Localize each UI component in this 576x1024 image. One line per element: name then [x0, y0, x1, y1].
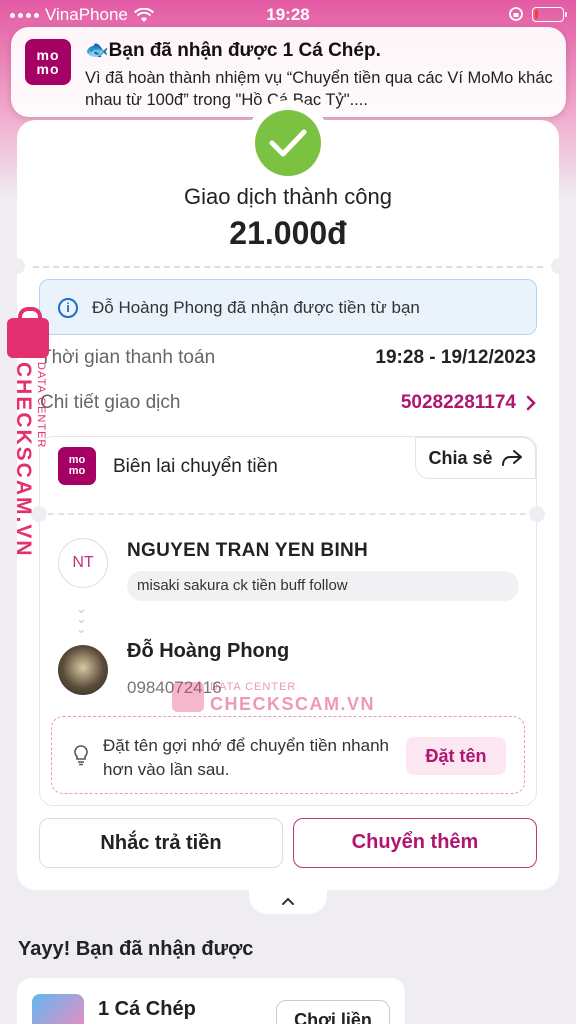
receiver-name: Đỗ Hoàng Phong: [127, 640, 290, 662]
transaction-id-link[interactable]: 50282281174: [401, 392, 536, 414]
remind-payment-button[interactable]: Nhắc trả tiền: [39, 818, 283, 868]
info-icon: i: [58, 298, 78, 318]
chevron-up-icon: [282, 897, 294, 905]
ticket-notch-left: [9, 258, 25, 274]
transaction-detail-label: Chi tiết giao dịch: [40, 392, 181, 413]
collapse-toggle[interactable]: [249, 886, 327, 914]
watermark-brand: CHECKSCAM.VN: [12, 362, 35, 558]
set-nickname-button[interactable]: Đặt tên: [406, 737, 506, 775]
info-message: Đỗ Hoàng Phong đã nhận được tiền từ bạn: [92, 298, 420, 317]
nickname-hint: Đặt tên gợi nhớ để chuyển tiền nhanh hơn…: [103, 736, 389, 779]
reward-title: 1 Cá Chép: [98, 998, 196, 1020]
momo-app-logo: mo mo: [25, 39, 71, 85]
watermark-brand-center: CHECKSCAM.VN: [210, 694, 376, 714]
transaction-amount: 21.000đ: [229, 215, 347, 251]
recipient-info-banner: i Đỗ Hoàng Phong đã nhận được tiền từ bạ…: [39, 279, 537, 335]
status-title: Giao dịch thành công: [184, 184, 392, 209]
sender-avatar: NT: [58, 538, 108, 588]
notification-body: Vì đã hoàn thành nhiệm vụ “Chuyển tiền q…: [85, 69, 553, 109]
lock-icon: [7, 307, 49, 358]
receipt-notch-right: [529, 506, 545, 522]
share-button[interactable]: Chia sẻ: [415, 437, 536, 479]
payment-time-value: 19:28 - 19/12/2023: [375, 347, 536, 368]
share-label: Chia sẻ: [428, 447, 493, 468]
sender-name: NGUYEN TRAN YEN BINH: [127, 540, 369, 561]
transfer-more-button[interactable]: Chuyển thêm: [293, 818, 537, 868]
watermark-sub: DATA CENTER: [35, 362, 47, 449]
battery-icon: [532, 6, 567, 22]
status-time: 19:28: [266, 5, 310, 24]
flow-arrows-icon: ⌄ ⌄ ⌄: [76, 601, 87, 636]
divider: [33, 266, 543, 268]
payment-time-label: Thời gian thanh toán: [40, 347, 216, 368]
notification-title: 🐟Bạn đã nhận được 1 Cá Chép.: [85, 40, 381, 61]
ticket-notch-right: [551, 258, 567, 274]
status-right: [508, 6, 567, 22]
play-now-button[interactable]: Chơi liền: [276, 1000, 390, 1024]
momo-logo: mo mo: [58, 447, 96, 485]
share-icon: [501, 450, 522, 466]
receipt-title: Biên lai chuyển tiền: [113, 456, 278, 477]
receiver-avatar: [58, 645, 108, 695]
transfer-message: misaki sakura ck tiền buff follow: [127, 571, 519, 601]
reward-image: [32, 994, 84, 1024]
status-bar: VinaPhone 19:28: [0, 0, 576, 30]
check-icon: [269, 129, 307, 157]
lock-icon: [172, 682, 204, 712]
watermark-sub-center: DATA CENTER: [210, 681, 297, 693]
rotation-lock-icon: [509, 7, 523, 21]
chevron-right-icon: [526, 395, 536, 411]
lightbulb-icon: [74, 745, 88, 766]
success-badge: [245, 100, 331, 186]
receipt-divider: [48, 513, 526, 515]
transaction-id: 50282281174: [400, 392, 516, 413]
rewards-heading: Yayy! Bạn đã nhận được: [18, 938, 254, 960]
